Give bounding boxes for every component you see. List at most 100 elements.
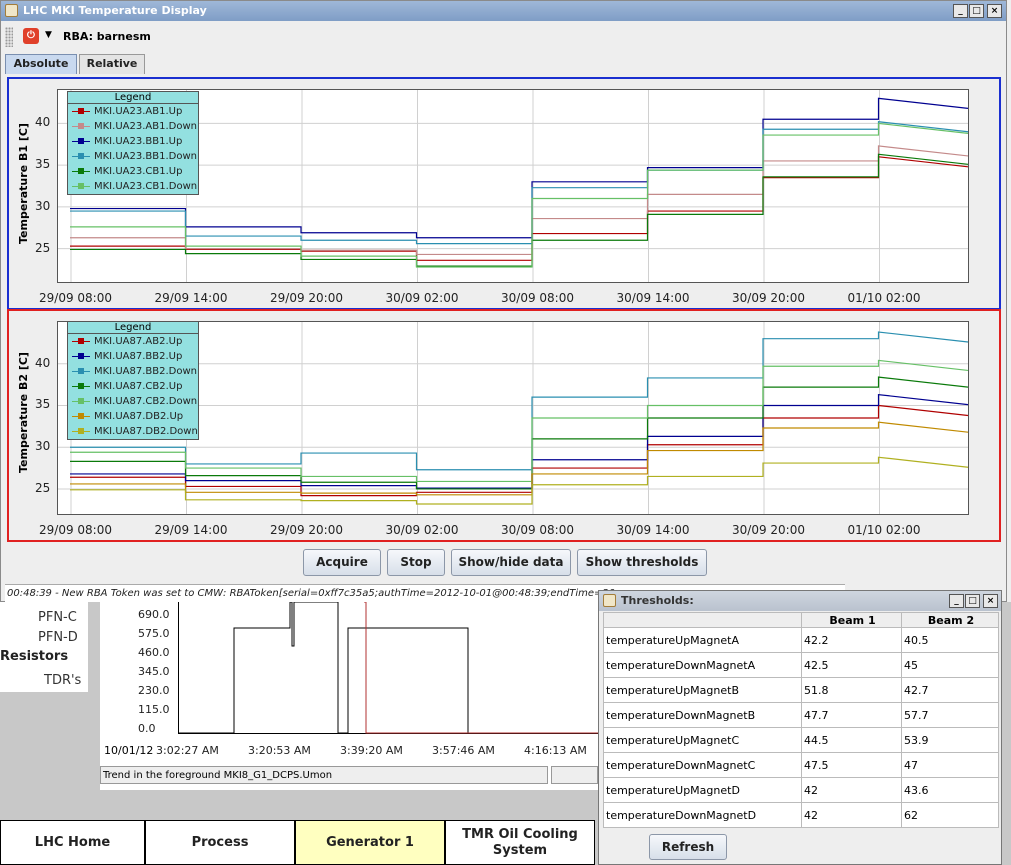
thresholds-title-bar[interactable]: Thresholds: _ □ × bbox=[599, 591, 1001, 611]
toolbar: ⏻ ▼ RBA: barnesm bbox=[1, 23, 1006, 51]
legend-label: MKI.UA87.BB2.Down bbox=[94, 366, 197, 377]
threshold-value-cell[interactable]: 40.5 bbox=[901, 627, 999, 653]
legend-title: Legend bbox=[68, 322, 198, 334]
toolbar-grip-icon[interactable] bbox=[5, 27, 13, 47]
title-bar[interactable]: LHC MKI Temperature Display _ □ × bbox=[1, 1, 1006, 21]
threshold-row[interactable]: temperatureUpMagnetC 44.5 53.9 bbox=[603, 727, 999, 753]
trend-xtick-label: 3:39:20 AM bbox=[340, 744, 403, 757]
nav-tmr-oil-cooling[interactable]: TMR Oil Cooling System bbox=[445, 820, 595, 865]
legend-label: MKI.UA87.CB2.Up bbox=[94, 381, 183, 392]
threshold-value-cell[interactable]: 43.6 bbox=[901, 777, 999, 803]
show-hide-data-button[interactable]: Show/hide data bbox=[451, 549, 571, 576]
threshold-value-cell[interactable]: 42.2 bbox=[801, 627, 902, 653]
close-icon[interactable]: × bbox=[983, 594, 998, 608]
trend-xtick-label: 3:57:46 AM bbox=[432, 744, 495, 757]
threshold-name-cell[interactable]: temperatureDownMagnetC bbox=[603, 752, 802, 778]
threshold-value-cell[interactable]: 42.7 bbox=[901, 677, 999, 703]
show-thresholds-button[interactable]: Show thresholds bbox=[577, 549, 707, 576]
trend-ytick-label: 0.0 bbox=[138, 722, 156, 735]
threshold-row[interactable]: temperatureDownMagnetA 42.5 45 bbox=[603, 652, 999, 678]
maximize-icon[interactable]: □ bbox=[969, 4, 984, 18]
ytick-label: 40 bbox=[35, 115, 51, 130]
minimize-icon[interactable]: _ bbox=[953, 4, 968, 18]
legend-marker bbox=[78, 353, 84, 359]
tab-absolute[interactable]: Absolute bbox=[5, 54, 77, 74]
xtick-label: 30/09 02:00 bbox=[385, 291, 459, 305]
legend-item: MKI.UA87.BB2.Up bbox=[68, 349, 198, 364]
threshold-value-cell[interactable]: 47.7 bbox=[801, 702, 902, 728]
nav-lhc-home[interactable]: LHC Home bbox=[0, 820, 145, 865]
series-line bbox=[70, 156, 969, 261]
java-app-icon bbox=[5, 4, 18, 17]
minimize-icon[interactable]: _ bbox=[949, 594, 964, 608]
threshold-value-cell[interactable]: 53.9 bbox=[901, 727, 999, 753]
threshold-row[interactable]: temperatureDownMagnetC 47.5 47 bbox=[603, 752, 999, 778]
nav-generator-1[interactable]: Generator 1 bbox=[295, 820, 445, 865]
trend-trace-black bbox=[178, 602, 598, 734]
legend-item: MKI.UA87.DB2.Up bbox=[68, 409, 198, 424]
column-header[interactable]: Beam 2 bbox=[901, 612, 999, 628]
threshold-name-cell[interactable]: temperatureUpMagnetC bbox=[603, 727, 802, 753]
legend-item: MKI.UA23.BB1.Up bbox=[68, 134, 198, 149]
threshold-value-cell[interactable]: 47 bbox=[901, 752, 999, 778]
threshold-row[interactable]: temperatureUpMagnetD 42 43.6 bbox=[603, 777, 999, 803]
chart-b2-legend: Legend MKI.UA87.AB2.Up MKI.UA87.BB2.Up MKI… bbox=[67, 321, 199, 440]
xtick-label: 30/09 20:00 bbox=[732, 291, 805, 305]
thresholds-window: Thresholds: _ □ × Beam 1 Beam 2 temperat… bbox=[598, 590, 1002, 865]
legend-swatch bbox=[72, 428, 90, 434]
threshold-row[interactable]: temperatureUpMagnetB 51.8 42.7 bbox=[603, 677, 999, 703]
legend-label: MKI.UA87.DB2.Down bbox=[94, 426, 198, 437]
trend-xtick-label: 3:02:27 AM bbox=[156, 744, 219, 757]
threshold-value-cell[interactable]: 42.5 bbox=[801, 652, 902, 678]
threshold-value-cell[interactable]: 42 bbox=[801, 777, 902, 803]
legend-item: MKI.UA23.CB1.Up bbox=[68, 164, 198, 179]
threshold-row[interactable]: temperatureUpMagnetA 42.2 40.5 bbox=[603, 627, 999, 653]
series-line bbox=[70, 121, 969, 245]
threshold-value-cell[interactable]: 47.5 bbox=[801, 752, 902, 778]
threshold-row[interactable]: temperatureDownMagnetD 42 62 bbox=[603, 802, 999, 828]
threshold-name-cell[interactable]: temperatureDownMagnetD bbox=[603, 802, 802, 828]
refresh-button[interactable]: Refresh bbox=[649, 834, 727, 860]
threshold-name-cell[interactable]: temperatureUpMagnetD bbox=[603, 777, 802, 803]
threshold-value-cell[interactable]: 62 bbox=[901, 802, 999, 828]
threshold-value-cell[interactable]: 57.7 bbox=[901, 702, 999, 728]
threshold-name-cell[interactable]: temperatureUpMagnetA bbox=[603, 627, 802, 653]
threshold-row[interactable]: temperatureDownMagnetB 47.7 57.7 bbox=[603, 702, 999, 728]
legend-item: MKI.UA87.BB2.Down bbox=[68, 364, 198, 379]
threshold-value-cell[interactable]: 51.8 bbox=[801, 677, 902, 703]
nav-process[interactable]: Process bbox=[145, 820, 295, 865]
xtick-label: 30/09 14:00 bbox=[616, 291, 690, 305]
legend-label: MKI.UA23.CB1.Down bbox=[94, 181, 198, 192]
legend-marker bbox=[78, 338, 84, 344]
threshold-value-cell[interactable]: 42 bbox=[801, 802, 902, 828]
legend-marker bbox=[78, 153, 84, 159]
xtick-label: 01/10 02:00 bbox=[847, 523, 921, 537]
ytick-label: 30 bbox=[35, 198, 51, 213]
legend-swatch bbox=[72, 183, 90, 189]
legend-label: MKI.UA23.AB1.Up bbox=[94, 106, 183, 117]
stop-button[interactable]: Stop bbox=[387, 549, 445, 576]
column-header[interactable]: Beam 1 bbox=[801, 612, 902, 628]
threshold-value-cell[interactable]: 45 bbox=[901, 652, 999, 678]
xtick-label: 29/09 08:00 bbox=[39, 523, 112, 537]
xtick-label: 29/09 20:00 bbox=[270, 523, 343, 537]
tab-relative[interactable]: Relative bbox=[79, 54, 145, 74]
legend-swatch bbox=[72, 383, 90, 389]
maximize-icon[interactable]: □ bbox=[965, 594, 980, 608]
threshold-name-cell[interactable]: temperatureDownMagnetA bbox=[603, 652, 802, 678]
rba-power-icon[interactable]: ⏻ bbox=[23, 28, 39, 44]
acquire-button[interactable]: Acquire bbox=[303, 549, 381, 576]
rba-dropdown-chevron-icon[interactable]: ▼ bbox=[45, 30, 52, 40]
legend-item: MKI.UA23.CB1.Down bbox=[68, 179, 198, 194]
chart-panel-b1: Temperature B1 [C] Legend MKI.UA23.AB1.U… bbox=[7, 77, 1001, 310]
trend-caption-right bbox=[551, 766, 598, 784]
legend-label: MKI.UA87.BB2.Up bbox=[94, 351, 183, 362]
chart-b1-ylabel: Temperature B1 [C] bbox=[17, 123, 30, 244]
trend-trace-red bbox=[364, 602, 598, 734]
threshold-value-cell[interactable]: 44.5 bbox=[801, 727, 902, 753]
threshold-name-cell[interactable]: temperatureDownMagnetB bbox=[603, 702, 802, 728]
column-header[interactable] bbox=[603, 612, 802, 628]
close-icon[interactable]: × bbox=[987, 4, 1002, 18]
chart-panel-b2: Temperature B2 [C] Legend MKI.UA87.AB2.U… bbox=[7, 309, 1001, 542]
threshold-name-cell[interactable]: temperatureUpMagnetB bbox=[603, 677, 802, 703]
